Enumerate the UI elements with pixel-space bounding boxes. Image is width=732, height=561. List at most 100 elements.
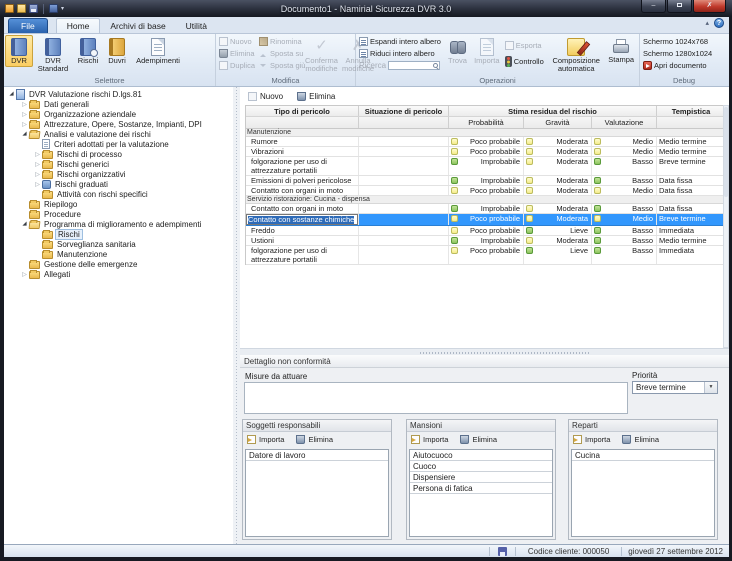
elimina-ribbon-button[interactable]: Elimina: [217, 47, 257, 59]
cell-tipo-di-pericolo[interactable]: Contatto con organi in moto: [246, 186, 358, 195]
quick-save-icon[interactable]: [29, 4, 38, 13]
tree-item[interactable]: Riepilogo: [4, 199, 233, 209]
cell-valutazione[interactable]: Medio: [591, 186, 656, 195]
col-tipo-di-pericolo[interactable]: Tipo di pericolo: [246, 106, 358, 116]
chevron-collapsed-icon[interactable]: ▷: [33, 151, 42, 158]
cell-valutazione[interactable]: Basso: [591, 204, 656, 213]
tree-item[interactable]: Sorveglianza sanitaria: [4, 239, 233, 249]
cell-tipo-di-pericolo[interactable]: folgorazione per uso di attrezzature por…: [246, 246, 358, 264]
table-group-row[interactable]: Servizio ristorazione: Cucina - dispensa: [246, 196, 723, 204]
cell-valutazione[interactable]: Medio: [591, 214, 656, 225]
tree-item[interactable]: ▷Rischi organizzativi: [4, 169, 233, 179]
minimize-button[interactable]: –: [641, 0, 666, 13]
cell-tipo-di-pericolo[interactable]: Contatto con organi in moto: [246, 204, 358, 213]
stampa-button[interactable]: Stampa: [604, 35, 638, 66]
cell-gravita[interactable]: Lieve: [523, 246, 591, 264]
cell-gravita[interactable]: Moderata: [523, 186, 591, 195]
cell-probabilita[interactable]: Poco probabile: [448, 186, 523, 195]
cell-valutazione[interactable]: Basso: [591, 226, 656, 235]
cell-tipo-di-pericolo[interactable]: Rumore: [246, 137, 358, 146]
dvr-standard-button[interactable]: DVR Standard: [33, 35, 73, 75]
cell-valutazione[interactable]: Medio: [591, 137, 656, 146]
table-row[interactable]: Contatto con organi in motoImprobabileMo…: [246, 204, 723, 214]
sposta-giu-ribbon-button[interactable]: Sposta giù: [257, 59, 303, 71]
cell-tipo-di-pericolo[interactable]: Ustioni: [246, 236, 358, 245]
elimina-row-button[interactable]: Elimina: [297, 92, 335, 101]
list-item[interactable]: Aiutocuoco: [410, 450, 552, 461]
cell-tempistica[interactable]: Data fissa: [656, 204, 725, 213]
nuovo-row-button[interactable]: Nuovo: [248, 92, 283, 101]
maximize-button[interactable]: [667, 0, 692, 13]
cell-situazione-di-pericolo[interactable]: [358, 236, 448, 245]
chevron-collapsed-icon[interactable]: ▷: [20, 121, 29, 128]
cell-situazione-di-pericolo[interactable]: [358, 186, 448, 195]
schermo-1024-button[interactable]: Schermo 1024x768: [641, 35, 727, 47]
chevron-expanded-icon[interactable]: ◢: [20, 221, 29, 227]
table-row[interactable]: Contatto con organi in moto Poco probabil…: [246, 186, 723, 196]
col-stima-residua[interactable]: Stima residua del rischio: [448, 106, 656, 116]
cell-probabilita[interactable]: Poco probabile: [448, 246, 523, 264]
list-item[interactable]: Persona di fatica: [410, 483, 552, 494]
cell-probabilita[interactable]: Improbabile: [448, 236, 523, 245]
cell-gravita[interactable]: Moderata: [523, 236, 591, 245]
col-tempistica[interactable]: Tempistica: [656, 106, 725, 116]
cell-probabilita[interactable]: Improbabile: [448, 176, 523, 185]
cell-gravita[interactable]: Lieve: [523, 226, 591, 235]
table-row[interactable]: folgorazione per uso di attrezzature por…: [246, 157, 723, 176]
tree-item[interactable]: ◢DVR Valutazione rischi D.lgs.81: [4, 89, 233, 99]
tab-archivi-di-base[interactable]: Archivi di base: [100, 19, 175, 33]
chevron-collapsed-icon[interactable]: ▷: [20, 111, 29, 118]
dropdown-arrow-icon[interactable]: ▼: [704, 382, 717, 393]
cell-situazione-di-pericolo[interactable]: [358, 176, 448, 185]
cell-tipo-di-pericolo[interactable]: Contatto con sostanze chimiche: [246, 214, 358, 225]
controllo-button[interactable]: Controllo: [503, 55, 548, 67]
cell-tempistica[interactable]: Medio termine: [656, 236, 725, 245]
subcol-valutazione[interactable]: Valutazione: [591, 117, 656, 128]
table-row[interactable]: RumorePoco probabileModerataMedioMedio t…: [246, 137, 723, 147]
tree-item[interactable]: ▷Rischi di processo: [4, 149, 233, 159]
tab-home[interactable]: Home: [56, 18, 101, 33]
table-row[interactable]: folgorazione per uso di attrezzature por…: [246, 246, 723, 265]
cell-tempistica[interactable]: Data fissa: [656, 176, 725, 185]
cell-tempistica[interactable]: Data fissa: [656, 186, 725, 195]
cell-tipo-di-pericolo[interactable]: Freddo: [246, 226, 358, 235]
col-situazione-di-pericolo[interactable]: Situazione di pericolo: [358, 106, 448, 116]
cell-valutazione[interactable]: Basso: [591, 236, 656, 245]
quick-open-icon[interactable]: [17, 4, 26, 13]
close-button[interactable]: ✗: [693, 0, 726, 13]
cell-tempistica[interactable]: Immediata: [656, 246, 725, 264]
list-item[interactable]: Cucina: [572, 450, 714, 461]
chevron-expanded-icon[interactable]: ◢: [20, 131, 29, 137]
cell-valutazione[interactable]: Medio: [591, 147, 656, 156]
tab-file[interactable]: File: [8, 18, 48, 33]
tree-item[interactable]: Attività con rischi specifici: [4, 189, 233, 199]
quick-tool-icon[interactable]: [49, 4, 58, 13]
cell-valutazione[interactable]: Basso: [591, 176, 656, 185]
chevron-collapsed-icon[interactable]: ▷: [33, 181, 42, 188]
quick-access-caret-icon[interactable]: ▾: [61, 5, 64, 12]
cell-probabilita[interactable]: Poco probabile: [448, 147, 523, 156]
conferma-modifiche-button[interactable]: ✓ Conferma modifiche: [303, 35, 340, 75]
tree-item[interactable]: Gestione delle emergenze: [4, 259, 233, 269]
elimina-button[interactable]: Elimina: [460, 435, 497, 444]
duplica-ribbon-button[interactable]: Duplica: [217, 59, 257, 71]
tree-item[interactable]: ▷Rischi graduati: [4, 179, 233, 189]
tree-item[interactable]: Procedure: [4, 209, 233, 219]
cell-tipo-di-pericolo[interactable]: Emissioni di polveri pericolose: [246, 176, 358, 185]
tree-item[interactable]: Criteri adottati per la valutazione: [4, 139, 233, 149]
elimina-button[interactable]: Elimina: [622, 435, 659, 444]
cell-situazione-di-pericolo[interactable]: [358, 147, 448, 156]
cell-tempistica[interactable]: Breve termine: [656, 157, 725, 175]
cell-gravita[interactable]: Moderata: [523, 147, 591, 156]
cell-tempistica[interactable]: Breve termine: [656, 214, 725, 225]
esporta-button[interactable]: Esporta: [503, 39, 548, 51]
cell-probabilita[interactable]: Improbabile: [448, 204, 523, 213]
horizontal-splitter[interactable]: [240, 348, 729, 355]
table-group-row[interactable]: Manutenzione: [246, 129, 723, 137]
elimina-button[interactable]: Elimina: [296, 435, 333, 444]
cell-gravita[interactable]: Moderata: [523, 137, 591, 146]
sposta-su-ribbon-button[interactable]: Sposta su: [257, 47, 303, 59]
nuovo-ribbon-button[interactable]: Nuovo: [217, 35, 257, 47]
subcol-gravita[interactable]: Gravità: [523, 117, 591, 128]
cell-gravita[interactable]: Moderata: [523, 157, 591, 175]
